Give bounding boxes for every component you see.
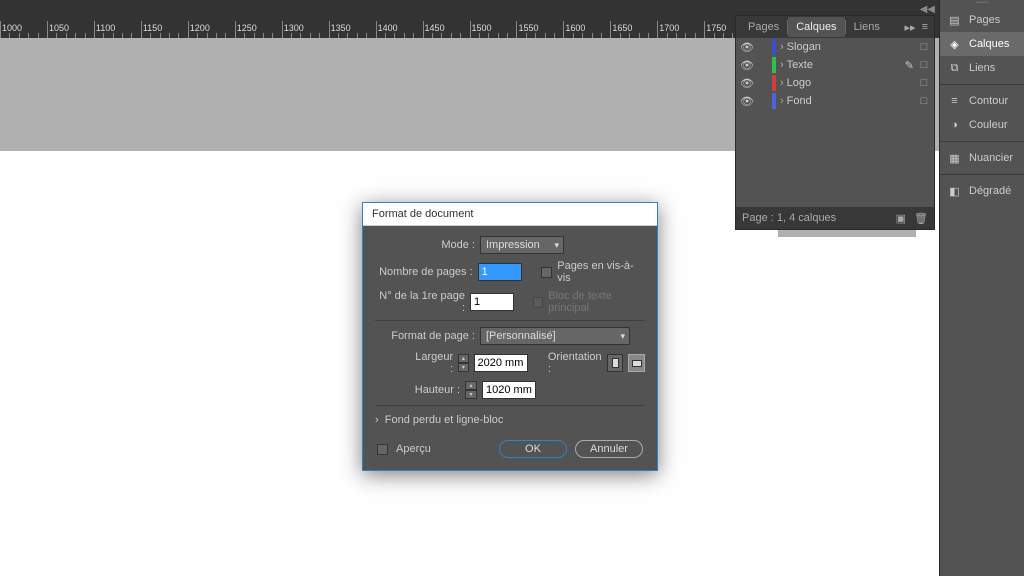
height-label: Hauteur : [410, 384, 460, 396]
sidebar-item-contour[interactable]: ≡ Contour [940, 89, 1024, 113]
chevron-right-icon[interactable]: › [780, 41, 784, 53]
layer-color [772, 75, 776, 91]
chevron-right-icon[interactable]: › [780, 77, 784, 89]
bleed-disclosure[interactable]: › Fond perdu et ligne-bloc [375, 412, 645, 428]
mode-select[interactable]: Impression [480, 236, 564, 254]
trash-icon[interactable]: 🗑 [914, 212, 928, 225]
ok-button[interactable]: OK [499, 440, 567, 458]
pageformat-label: Format de page : [375, 330, 475, 342]
target-icon[interactable]: □ [918, 41, 930, 53]
panel-tabs: Pages | Calques Liens ▸▸ ≡ [736, 16, 934, 38]
preview-label: Aperçu [396, 443, 431, 455]
width-label: Largeur : [410, 351, 453, 375]
sidebar-item-label: Liens [969, 62, 995, 74]
more-icon[interactable]: ▸▸ [905, 21, 916, 34]
liens-icon: ⧉ [947, 61, 962, 75]
degrade-icon: ◧ [947, 184, 962, 198]
nuancier-icon: ▦ [947, 151, 962, 165]
contour-icon: ≡ [947, 94, 962, 108]
npages-label: Nombre de pages : [375, 266, 473, 278]
sidebar-item-label: Pages [969, 14, 1000, 26]
sidebar-item-liens[interactable]: ⧉ Liens [940, 56, 1024, 80]
orientation-portrait[interactable] [607, 354, 624, 372]
sidebar-item-degrade[interactable]: ◧ Dégradé [940, 179, 1024, 203]
chevron-right-icon: › [375, 414, 379, 426]
pageformat-select[interactable]: [Personnalisé] [480, 327, 630, 345]
layer-list: 👁›Slogan□👁›Texte✎□👁›Logo□👁›Fond□ [736, 38, 934, 110]
sidebar-item-label: Nuancier [969, 152, 1013, 164]
menu-icon[interactable]: ≡ [922, 21, 928, 34]
width-spinner[interactable]: ▴▾ [458, 354, 468, 372]
layer-row[interactable]: 👁 ›Fond□ [736, 92, 934, 110]
sidebar-item-label: Contour [969, 95, 1008, 107]
document-format-dialog: Format de document Mode : Impression Nom… [362, 202, 658, 471]
firstpage-label: N° de la 1re page : [375, 290, 465, 314]
mode-label: Mode : [375, 239, 475, 251]
primarytext-checkbox [533, 297, 543, 308]
layer-name[interactable]: Logo [787, 77, 918, 89]
sidebar-item-nuancier[interactable]: ▦ Nuancier [940, 146, 1024, 170]
orientation-label: Orientation : [548, 351, 602, 375]
layer-name[interactable]: Fond [787, 95, 918, 107]
new-layer-icon[interactable]: ▣ [896, 212, 906, 225]
cancel-button[interactable]: Annuler [575, 440, 643, 458]
height-spinner[interactable]: ▴▾ [465, 381, 477, 399]
dialog-title: Format de document [363, 203, 657, 226]
layers-panel: Pages | Calques Liens ▸▸ ≡ 👁›Slogan□👁›Te… [735, 15, 935, 230]
visibility-icon[interactable]: 👁 [740, 59, 754, 72]
target-icon[interactable]: □ [918, 59, 930, 71]
facing-checkbox[interactable] [541, 267, 552, 278]
sidebar-item-couleur[interactable]: ◑ Couleur [940, 113, 1024, 137]
height-input[interactable] [482, 381, 536, 399]
chevron-right-icon[interactable]: › [780, 59, 784, 71]
sidebar-item-label: Couleur [969, 119, 1008, 131]
tab-calques[interactable]: Calques [788, 17, 844, 37]
visibility-icon[interactable]: 👁 [740, 77, 754, 90]
orientation-landscape[interactable] [628, 354, 645, 372]
panel-dock: ┄┄ ▤ Pages ◈ Calques ⧉ Liens ≡ Contour ◑ Couleur ▦… [939, 0, 1024, 576]
preview-checkbox[interactable] [377, 444, 388, 455]
couleur-icon: ◑ [947, 118, 962, 132]
pencil-icon[interactable]: ✎ [905, 59, 914, 72]
npages-input[interactable] [478, 263, 522, 281]
firstpage-input[interactable] [470, 293, 514, 311]
layer-color [772, 93, 776, 109]
layer-row[interactable]: 👁 ›Texte✎ □ [736, 56, 934, 74]
visibility-icon[interactable]: 👁 [740, 41, 754, 54]
width-input[interactable] [474, 354, 528, 372]
panel-footer: Page : 1, 4 calques ▣ 🗑 [736, 207, 934, 229]
calques-icon: ◈ [947, 37, 962, 51]
layer-color [772, 39, 776, 55]
sidebar-item-label: Dégradé [969, 185, 1011, 197]
tab-pages[interactable]: Pages [740, 17, 787, 37]
grip-icon[interactable]: ┄┄ [940, 0, 1024, 8]
page-status: Page : 1, 4 calques [742, 212, 836, 224]
facing-label: Pages en vis-à-vis [557, 260, 645, 284]
layer-row[interactable]: 👁 ›Slogan□ [736, 38, 934, 56]
sidebar-item-pages[interactable]: ▤ Pages [940, 8, 1024, 32]
layer-name[interactable]: Slogan [787, 41, 918, 53]
target-icon[interactable]: □ [918, 95, 930, 107]
target-icon[interactable]: □ [918, 77, 930, 89]
tab-liens[interactable]: Liens [846, 17, 888, 37]
sidebar-item-label: Calques [969, 38, 1009, 50]
pages-icon: ▤ [947, 13, 962, 27]
layer-name[interactable]: Texte [787, 59, 905, 71]
layer-color [772, 57, 776, 73]
sidebar-item-calques[interactable]: ◈ Calques [940, 32, 1024, 56]
close-icon[interactable]: ◀◀ [920, 4, 935, 15]
chevron-right-icon[interactable]: › [780, 95, 784, 107]
visibility-icon[interactable]: 👁 [740, 95, 754, 108]
layer-row[interactable]: 👁 ›Logo□ [736, 74, 934, 92]
page-canvas-right[interactable] [778, 237, 916, 576]
primarytext-label: Bloc de texte principal [548, 290, 645, 314]
